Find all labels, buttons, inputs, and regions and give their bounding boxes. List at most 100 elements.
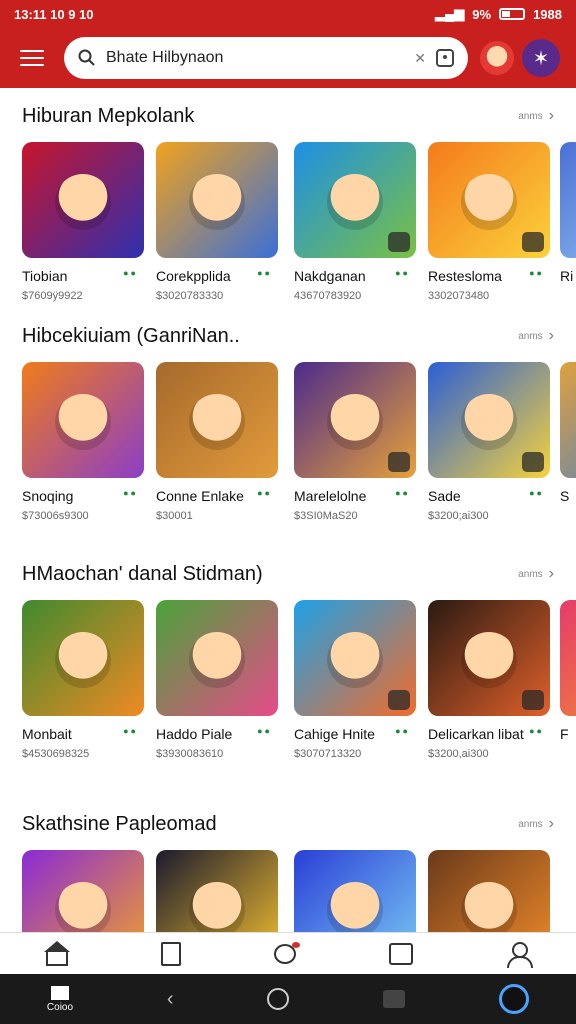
card-row[interactable]: Monbait ●● $4530698325 Haddo Piale ●● $393008…	[22, 600, 576, 780]
game-name-row: S	[560, 488, 576, 504]
character-art	[55, 394, 111, 450]
game-card[interactable]: Tiobian ●● $7609ÿ9922	[22, 142, 144, 302]
game-thumbnail[interactable]	[560, 142, 576, 258]
card-row[interactable]: Snoqing ●● $73006s9300 Conne Enlake ●● $30001…	[22, 362, 576, 542]
game-card[interactable]: Ri	[560, 142, 576, 284]
see-more-label: anms	[518, 110, 543, 122]
game-meta: $4530698325	[22, 748, 90, 760]
status-dots-icon: ●●	[257, 488, 272, 498]
game-thumbnail[interactable]	[22, 362, 144, 478]
game-thumbnail[interactable]	[428, 600, 550, 716]
user-icon[interactable]	[506, 941, 533, 968]
game-thumbnail[interactable]	[294, 600, 416, 716]
game-thumbnail[interactable]	[428, 850, 550, 932]
game-thumbnail[interactable]	[294, 362, 416, 478]
game-thumbnail[interactable]	[560, 362, 576, 478]
section-header: HMaochan' danal Stidman) anms ›	[0, 546, 576, 602]
game-name-row: Snoqing ●●	[22, 488, 144, 504]
bookmark-icon[interactable]	[161, 941, 182, 966]
clear-icon[interactable]: ✕	[414, 50, 426, 67]
recents-icon[interactable]	[383, 990, 406, 1008]
chevron-right-icon: ›	[548, 327, 554, 344]
status-right: ▂▄▆ 9% 1988	[435, 6, 562, 22]
game-card[interactable]: S	[560, 362, 576, 504]
game-thumbnail[interactable]	[428, 362, 550, 478]
game-card[interactable]: Sade ●● $3200;ai300	[428, 362, 550, 522]
game-card[interactable]: Snoqing ●● $73006s9300	[22, 362, 144, 522]
status-dots-icon: ●●	[395, 726, 410, 736]
game-card[interactable]: Haddo Piale ●● $3930083610	[156, 600, 278, 760]
game-card[interactable]	[22, 850, 144, 932]
assistant-icon[interactable]	[499, 984, 530, 1014]
home-icon[interactable]	[44, 940, 71, 966]
card-row[interactable]: Tiobian ●● $7609ÿ9922 Corekpplida ●● $3020783…	[22, 142, 576, 322]
game-thumbnail[interactable]	[156, 142, 278, 258]
game-name: F	[560, 726, 569, 742]
system-home[interactable]: Coioo	[47, 985, 73, 1013]
content-feed[interactable]: Hiburan Mepkolank anms › Tiobian ●● $7609ÿ992…	[0, 88, 576, 932]
game-thumbnail[interactable]	[22, 850, 144, 932]
game-card[interactable]	[156, 850, 278, 932]
search-bar[interactable]: ✕	[64, 37, 468, 79]
see-more-link[interactable]: anms ›	[518, 815, 554, 833]
game-thumbnail[interactable]	[428, 142, 550, 258]
game-thumbnail[interactable]	[560, 600, 576, 716]
status-dots-icon: ●●	[123, 726, 138, 736]
game-name-row: Tiobian ●●	[22, 268, 144, 284]
game-card[interactable]: Restesloma ●● 3302073480	[428, 142, 550, 302]
status-dots-icon: ●●	[257, 268, 272, 278]
profile-button[interactable]: ✶	[522, 39, 560, 77]
see-more-link[interactable]: anms ›	[518, 107, 554, 125]
game-card[interactable]: Nakdganan ●● 43670783920	[294, 142, 416, 302]
character-art	[461, 174, 517, 230]
game-card[interactable]: Cahige Hnite ●● $3070713320	[294, 600, 416, 760]
game-thumbnail[interactable]	[294, 850, 416, 932]
game-card[interactable]: Conne Enlake ●● $30001	[156, 362, 278, 522]
game-thumbnail[interactable]	[156, 850, 278, 932]
game-thumbnail[interactable]	[156, 600, 278, 716]
section-header: Skathsine Papleomad anms ›	[0, 796, 576, 852]
signal-icon: ▂▄▆	[435, 6, 465, 21]
camera-icon[interactable]	[436, 49, 454, 67]
game-meta: $3SI0MaS20	[294, 510, 358, 522]
game-card[interactable]: F	[560, 600, 576, 742]
game-thumbnail[interactable]	[22, 142, 144, 258]
game-card[interactable]: Corekpplida ●● $3020783330	[156, 142, 278, 302]
game-card[interactable]: Marelelolne ●● $3SI0MaS20	[294, 362, 416, 522]
chat-icon[interactable]	[273, 941, 300, 964]
status-dots-icon: ●●	[395, 488, 410, 498]
game-thumbnail[interactable]	[22, 600, 144, 716]
card-icon[interactable]	[388, 942, 413, 965]
badge-icon	[388, 452, 410, 472]
game-name-row: Delicarkan libat ●●	[428, 726, 550, 742]
game-card[interactable]	[428, 850, 550, 932]
character-art	[461, 394, 517, 450]
character-art	[189, 174, 245, 230]
menu-icon[interactable]	[14, 40, 50, 76]
game-meta: $3200,ai300	[428, 748, 489, 760]
game-thumbnail[interactable]	[156, 362, 278, 478]
back-icon[interactable]: ‹	[167, 988, 174, 1011]
character-art	[189, 394, 245, 450]
game-name: Marelelolne	[294, 488, 367, 504]
home-button-icon[interactable]	[267, 988, 290, 1010]
section-title: HMaochan' danal Stidman)	[22, 562, 263, 585]
card-row[interactable]	[22, 850, 576, 932]
game-name-row: Cahige Hnite ●●	[294, 726, 416, 742]
section-header: Hibcekiuiam (GanriNan.. anms ›	[0, 308, 576, 364]
mascot-icon[interactable]	[480, 41, 514, 75]
search-input[interactable]	[106, 49, 405, 67]
status-dots-icon: ●●	[257, 726, 272, 736]
status-dots-icon: ●●	[529, 726, 544, 736]
game-name-row: Conne Enlake ●●	[156, 488, 278, 504]
battery-icon	[499, 8, 526, 20]
see-more-link[interactable]: anms ›	[518, 327, 554, 345]
character-art	[461, 632, 517, 688]
character-art	[55, 632, 111, 688]
game-card[interactable]: Delicarkan libat ●● $3200,ai300	[428, 600, 550, 760]
game-meta: $30001	[156, 510, 193, 522]
game-card[interactable]: Monbait ●● $4530698325	[22, 600, 144, 760]
game-card[interactable]	[294, 850, 416, 932]
see-more-link[interactable]: anms ›	[518, 565, 554, 583]
game-thumbnail[interactable]	[294, 142, 416, 258]
